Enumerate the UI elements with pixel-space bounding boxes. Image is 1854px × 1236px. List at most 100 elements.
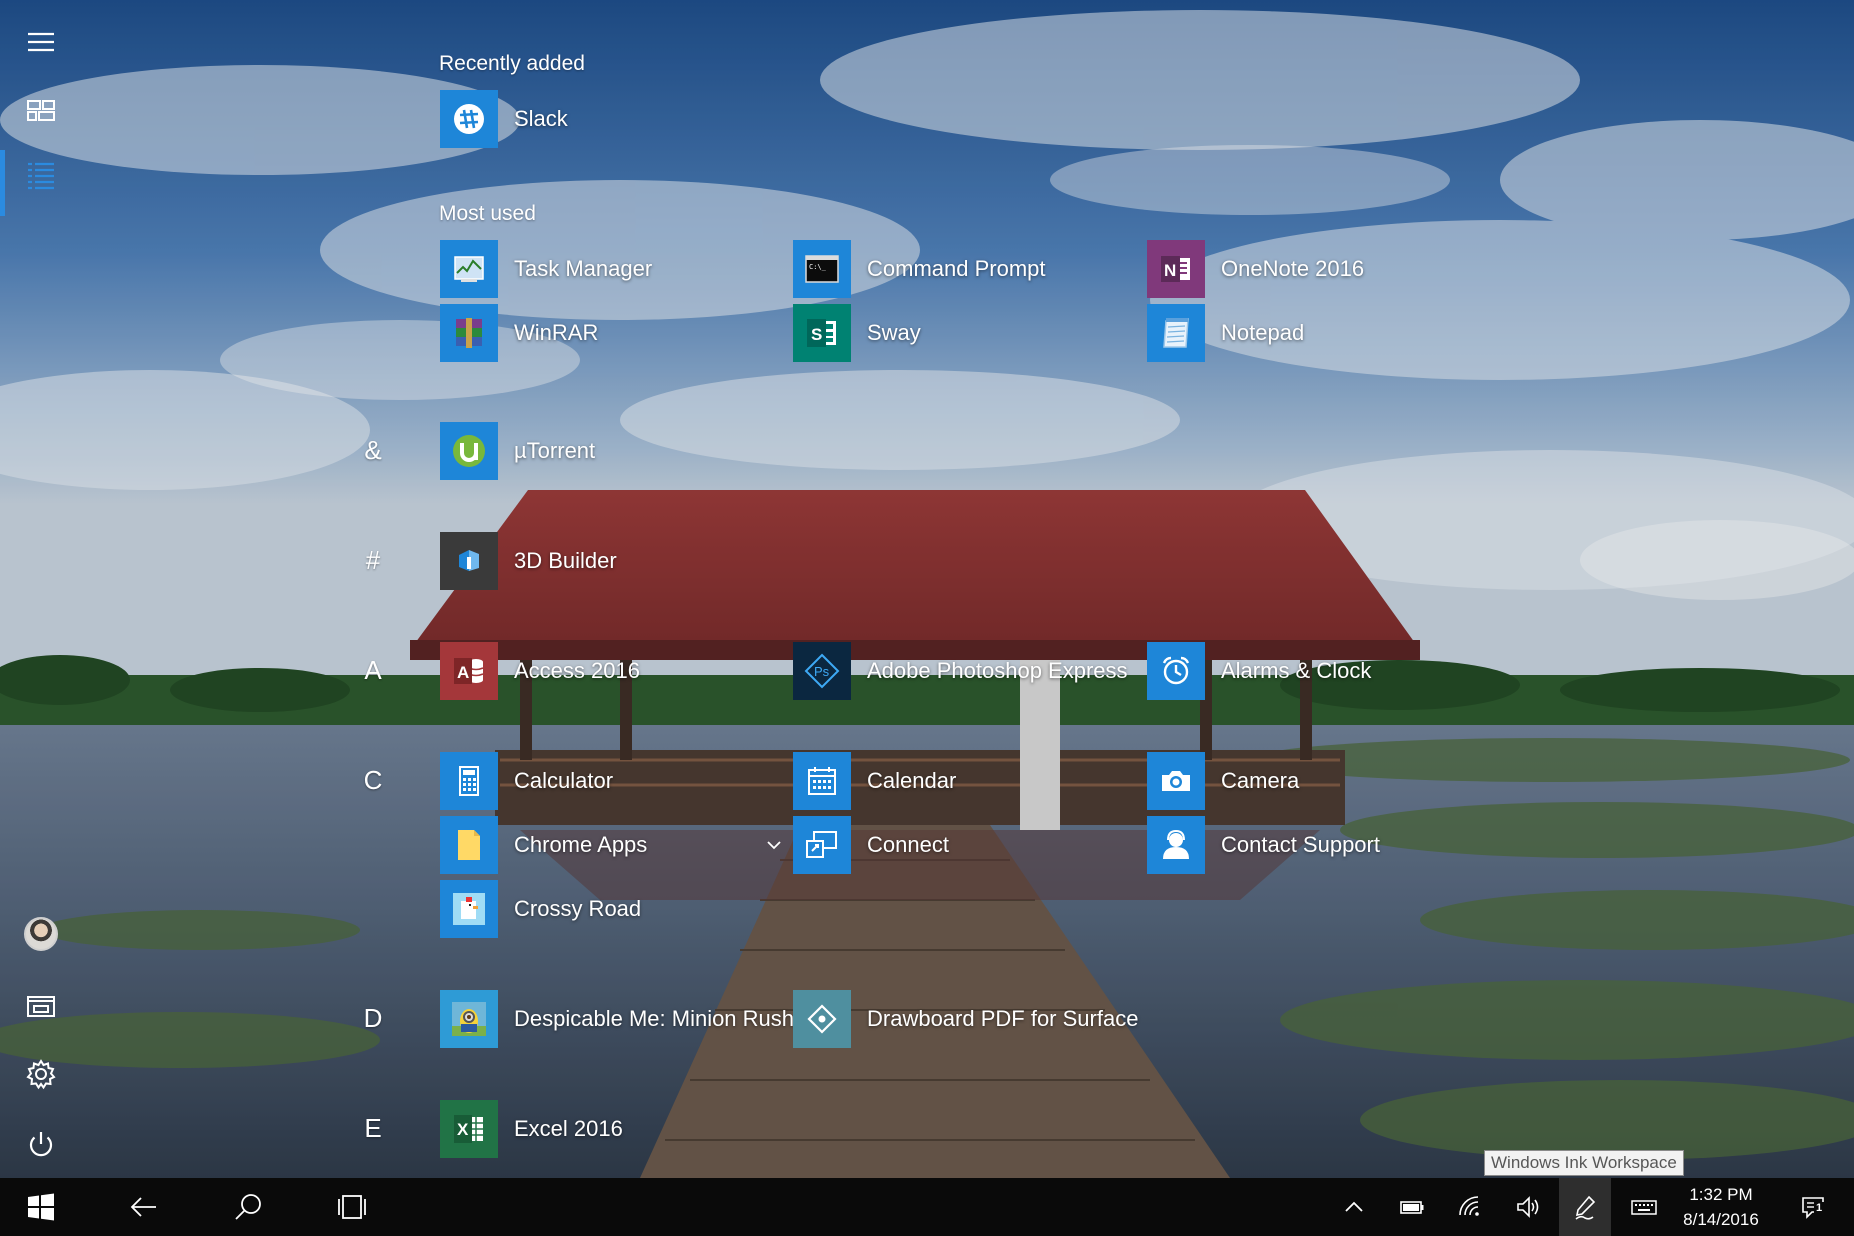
- excel-icon: X: [440, 1100, 498, 1158]
- connect-icon: [793, 816, 851, 874]
- svg-text:Ps: Ps: [814, 664, 830, 679]
- most-used-header: Most used: [439, 202, 536, 225]
- gear-icon: [26, 1059, 56, 1090]
- task-view-icon: [338, 1195, 366, 1219]
- app-3d-builder[interactable]: 3D Builder: [440, 532, 617, 590]
- file-explorer-button[interactable]: [0, 975, 82, 1035]
- start-button[interactable]: [0, 1178, 82, 1236]
- hamburger-menu-button[interactable]: [0, 12, 82, 72]
- windows-ink-workspace-button[interactable]: [1559, 1178, 1611, 1236]
- show-hidden-icons-button[interactable]: [1329, 1178, 1379, 1236]
- clock-date: 8/14/2016: [1683, 1210, 1759, 1229]
- slack-icon: [440, 90, 498, 148]
- jump-letter-hash[interactable]: #: [353, 545, 393, 576]
- action-center-button[interactable]: 1: [1786, 1178, 1840, 1236]
- back-arrow-icon: [130, 1197, 156, 1217]
- crossy-road-icon: [440, 880, 498, 938]
- svg-text:S: S: [811, 325, 822, 344]
- hamburger-icon: [28, 32, 54, 52]
- svg-text:A: A: [457, 663, 469, 682]
- app-connect[interactable]: Connect: [793, 816, 949, 874]
- app-crossy-road[interactable]: Crossy Road: [440, 880, 641, 938]
- user-account-button[interactable]: [0, 904, 82, 964]
- 3d-builder-icon: [440, 532, 498, 590]
- power-icon: [29, 1132, 53, 1157]
- volume-button[interactable]: [1503, 1178, 1553, 1236]
- battery-icon: [1400, 1201, 1424, 1214]
- app-contact-support[interactable]: Contact Support: [1147, 816, 1380, 874]
- power-button[interactable]: [0, 1114, 82, 1174]
- contact-support-icon: [1147, 816, 1205, 874]
- app-notepad[interactable]: Notepad: [1147, 304, 1304, 362]
- start-left-rail: [0, 0, 82, 1178]
- app-task-manager[interactable]: Task Manager: [440, 240, 652, 298]
- app-winrar[interactable]: WinRAR: [440, 304, 598, 362]
- app-command-prompt[interactable]: C:\_ Command Prompt: [793, 240, 1046, 298]
- avatar: [24, 917, 58, 951]
- search-button[interactable]: [208, 1178, 288, 1236]
- pen-tooltip: Windows Ink Workspace: [1484, 1150, 1684, 1176]
- task-manager-icon: [440, 240, 498, 298]
- search-icon: [235, 1194, 261, 1220]
- winrar-icon: [440, 304, 498, 362]
- settings-button[interactable]: [0, 1044, 82, 1104]
- back-button[interactable]: [104, 1178, 184, 1236]
- wifi-icon: [1459, 1196, 1479, 1216]
- app-calculator[interactable]: Calculator: [440, 752, 613, 810]
- folder-icon: [440, 816, 498, 874]
- app-calendar[interactable]: Calendar: [793, 752, 956, 810]
- app-slack[interactable]: Slack: [440, 90, 568, 148]
- app-chrome-apps[interactable]: Chrome Apps: [440, 816, 781, 874]
- jump-letter-c[interactable]: C: [353, 765, 393, 796]
- app-drawboard-pdf[interactable]: Drawboard PDF for Surface: [793, 990, 1138, 1048]
- touch-keyboard-button[interactable]: [1617, 1178, 1671, 1236]
- jump-letter-amp[interactable]: &: [353, 435, 393, 466]
- task-view-button[interactable]: [312, 1178, 392, 1236]
- pen-icon: [1575, 1195, 1596, 1220]
- onenote-icon: N: [1147, 240, 1205, 298]
- battery-button[interactable]: [1387, 1178, 1437, 1236]
- svg-text:C:\_: C:\_: [809, 263, 827, 271]
- camera-icon: [1147, 752, 1205, 810]
- svg-text:X: X: [457, 1120, 469, 1139]
- taskbar: 1:32 PM 8/14/2016 1: [0, 1178, 1854, 1236]
- keyboard-icon: [1631, 1200, 1657, 1215]
- clock-time: 1:32 PM: [1689, 1185, 1753, 1204]
- calculator-icon: [440, 752, 498, 810]
- notepad-icon: [1147, 304, 1205, 362]
- all-apps-button[interactable]: [0, 146, 82, 216]
- calendar-icon: [793, 752, 851, 810]
- drawboard-icon: [793, 990, 851, 1048]
- command-prompt-icon: C:\_: [793, 240, 851, 298]
- chevron-up-icon: [1345, 1201, 1363, 1212]
- app-camera[interactable]: Camera: [1147, 752, 1299, 810]
- tiles-icon: [27, 100, 55, 121]
- app-access-2016[interactable]: A Access 2016: [440, 642, 640, 700]
- chevron-down-icon[interactable]: [764, 835, 784, 855]
- all-apps-list: Recently added Slack Most used Task Mana…: [0, 0, 1854, 1178]
- jump-letter-e[interactable]: E: [353, 1113, 393, 1144]
- network-button[interactable]: [1445, 1178, 1495, 1236]
- sway-icon: S: [793, 304, 851, 362]
- jump-letter-d[interactable]: D: [353, 1003, 393, 1034]
- file-explorer-icon: [27, 996, 55, 1017]
- tiles-view-button[interactable]: [0, 80, 82, 140]
- app-onenote-2016[interactable]: N OneNote 2016: [1147, 240, 1364, 298]
- volume-icon: [1517, 1196, 1539, 1218]
- app-despicable-me-minion-rush[interactable]: Despicable Me: Minion Rush: [440, 990, 794, 1048]
- minion-rush-icon: [440, 990, 498, 1048]
- clock-button[interactable]: 1:32 PM 8/14/2016: [1666, 1178, 1776, 1236]
- app-sway[interactable]: S Sway: [793, 304, 921, 362]
- app-excel-2016[interactable]: X Excel 2016: [440, 1100, 623, 1158]
- all-apps-list-icon: [28, 162, 54, 190]
- app-utorrent[interactable]: µTorrent: [440, 422, 595, 480]
- utorrent-icon: [440, 422, 498, 480]
- app-adobe-photoshop-express[interactable]: Ps Adobe Photoshop Express: [793, 642, 1128, 700]
- access-icon: A: [440, 642, 498, 700]
- notification-count-badge: 1: [1814, 1202, 1825, 1214]
- app-alarms-clock[interactable]: Alarms & Clock: [1147, 642, 1371, 700]
- jump-letter-a[interactable]: A: [353, 655, 393, 686]
- alarm-clock-icon: [1147, 642, 1205, 700]
- photoshop-express-icon: Ps: [793, 642, 851, 700]
- windows-logo-icon: [28, 1193, 54, 1221]
